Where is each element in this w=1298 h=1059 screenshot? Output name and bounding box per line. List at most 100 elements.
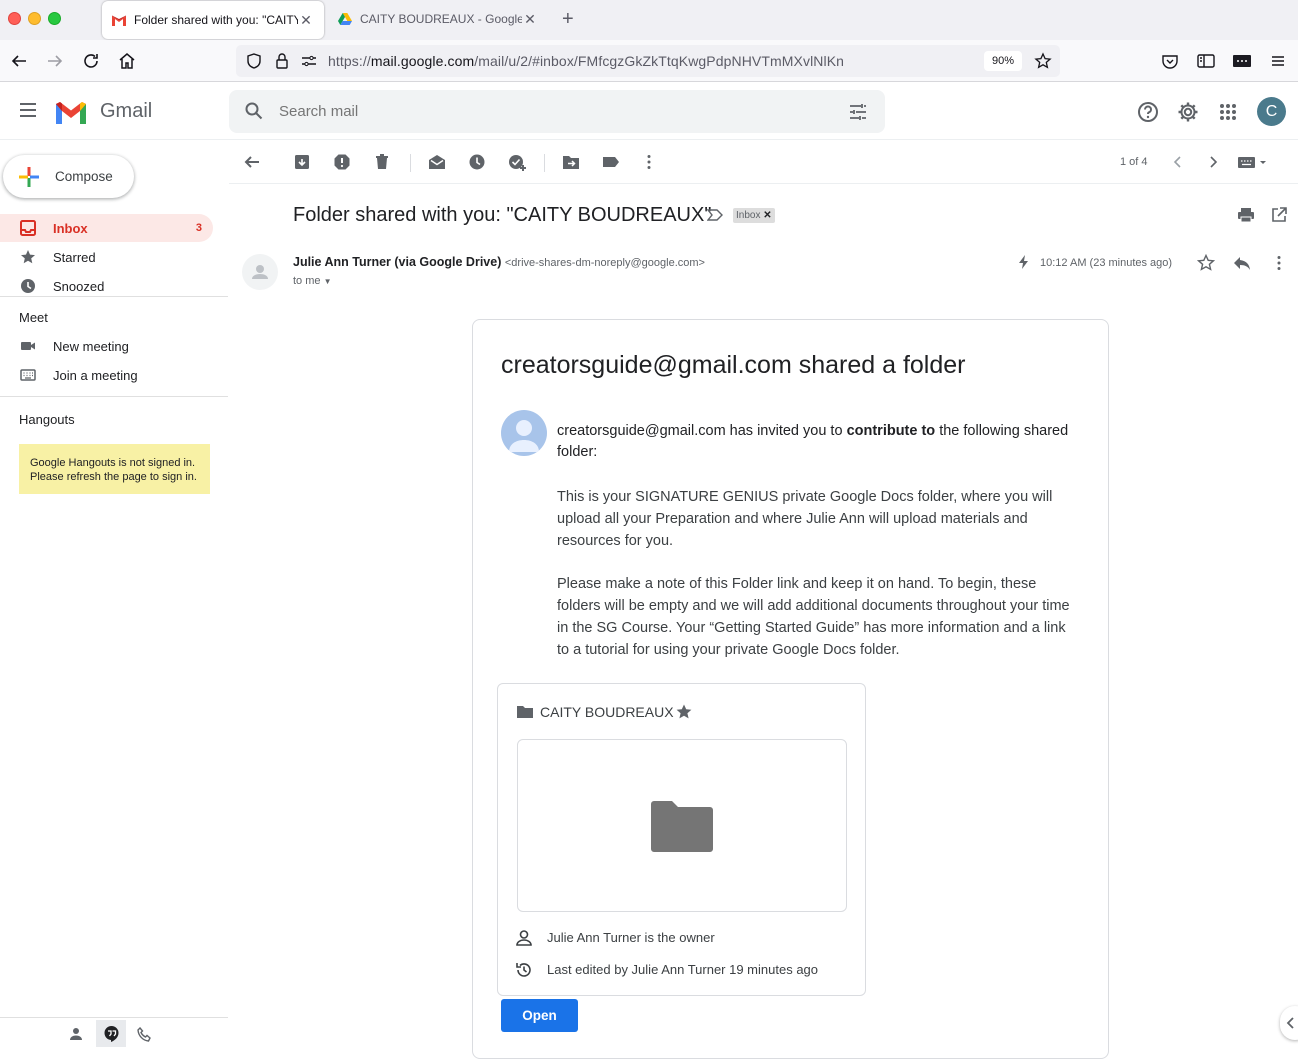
recipient-toggle[interactable]: to me ▼: [293, 275, 332, 287]
more-icon[interactable]: [1270, 254, 1288, 272]
toolbar-separator: [410, 154, 411, 172]
notice-line: Google Hangouts is not signed in.: [30, 457, 196, 469]
trash-icon[interactable]: [373, 153, 391, 171]
invite-text: creatorsguide@gmail.com has invited you …: [557, 423, 1069, 460]
prev-icon[interactable]: [1169, 153, 1187, 171]
join-meeting-button[interactable]: Join a meeting: [0, 361, 213, 389]
google-drive-favicon-icon: [338, 13, 352, 25]
message-subject: Folder shared with you: "CAITY BOUDREAUX…: [293, 204, 712, 226]
important-marker-icon[interactable]: [707, 208, 723, 222]
tab-title: CAITY BOUDREAUX - Google Drive: [360, 12, 522, 26]
account-avatar[interactable]: C: [1257, 97, 1286, 126]
extension-icon[interactable]: [1232, 51, 1252, 71]
tab-gmail[interactable]: Folder shared with you: "CAITY BOUDREAUX…: [102, 1, 324, 39]
minimize-window-button[interactable]: [28, 12, 41, 25]
url-bar[interactable]: https://mail.google.com/mail/u/2/#inbox/…: [236, 45, 1060, 77]
recipient-text: to me: [293, 275, 321, 287]
new-tab-button[interactable]: +: [562, 8, 574, 31]
hangouts-tab[interactable]: [96, 1020, 126, 1047]
gmail-logo-icon[interactable]: [54, 100, 88, 126]
next-icon[interactable]: [1204, 153, 1222, 171]
hamburger-menu-icon[interactable]: [18, 101, 38, 119]
zoom-level[interactable]: 90%: [984, 51, 1022, 71]
sidebar-item-label: Snoozed: [53, 279, 105, 294]
sidebar-item-label: Inbox: [53, 221, 88, 236]
move-to-icon[interactable]: [562, 153, 580, 171]
more-icon[interactable]: [640, 153, 658, 171]
search-options-icon[interactable]: [848, 102, 868, 122]
tab-google-drive[interactable]: CAITY BOUDREAUX - Google Drive ✕: [328, 0, 548, 38]
star-icon: [20, 249, 36, 265]
sidebar-item-inbox[interactable]: Inbox 3: [0, 214, 213, 242]
snooze-icon: [20, 278, 36, 294]
spam-icon[interactable]: [333, 153, 351, 171]
sidebar-item-label: Starred: [53, 250, 96, 265]
star-icon[interactable]: [1197, 254, 1215, 272]
owner-text: Julie Ann Turner is the owner: [547, 930, 715, 945]
open-folder-button[interactable]: Open: [501, 999, 578, 1032]
sender-avatar[interactable]: [242, 254, 278, 290]
permissions-icon[interactable]: [300, 53, 318, 69]
bookmark-star-icon[interactable]: [1034, 52, 1052, 70]
folder-preview[interactable]: [517, 739, 847, 912]
compose-label: Compose: [55, 169, 113, 184]
add-task-icon[interactable]: [508, 153, 526, 171]
back-to-inbox-icon[interactable]: [243, 153, 261, 171]
sidebar-divider: [0, 296, 228, 297]
contacts-icon[interactable]: [69, 1027, 83, 1041]
gear-icon[interactable]: [1177, 101, 1199, 123]
phone-icon[interactable]: [137, 1027, 152, 1042]
print-icon[interactable]: [1237, 207, 1255, 223]
sidebar-icon[interactable]: [1196, 51, 1216, 71]
label-icon[interactable]: [602, 153, 620, 171]
folder-icon: [651, 800, 713, 852]
gmail-wordmark[interactable]: Gmail: [100, 100, 152, 123]
tab-close-icon[interactable]: ✕: [522, 11, 538, 28]
reply-icon[interactable]: [1233, 254, 1251, 272]
label-chip-inbox[interactable]: Inbox ✕: [733, 208, 775, 223]
zoom-window-button[interactable]: [48, 12, 61, 25]
email-card-title: creatorsguide@gmail.com shared a folder: [501, 351, 966, 379]
search-icon[interactable]: [244, 101, 264, 121]
notice-line: Please refresh the page to sign in.: [30, 471, 197, 483]
home-icon[interactable]: [117, 51, 137, 71]
sidebar-item-starred[interactable]: Starred: [0, 243, 213, 271]
remove-label-icon[interactable]: ✕: [763, 210, 771, 221]
mark-unread-icon[interactable]: [428, 153, 446, 171]
side-panel-toggle[interactable]: [1280, 1006, 1298, 1040]
folder-name[interactable]: CAITY BOUDREAUX: [540, 704, 674, 720]
tab-close-icon[interactable]: ✕: [298, 12, 314, 29]
sender-name[interactable]: Julie Ann Turner (via Google Drive): [293, 255, 501, 269]
new-meeting-button[interactable]: New meeting: [0, 332, 213, 360]
inbox-icon: [20, 220, 36, 236]
lightning-icon: [1018, 255, 1030, 269]
note-paragraph-2: Please make a note of this Folder link a…: [557, 576, 1070, 658]
browser-tab-strip: Folder shared with you: "CAITY BOUDREAUX…: [0, 0, 1298, 40]
help-icon[interactable]: [1137, 101, 1159, 123]
hangouts-signin-notice[interactable]: Google Hangouts is not signed in. Please…: [19, 444, 210, 494]
archive-icon[interactable]: [293, 153, 311, 171]
open-new-window-icon[interactable]: [1271, 207, 1287, 223]
keyboard-icon[interactable]: [1237, 153, 1271, 171]
history-icon: [515, 961, 533, 979]
url-text[interactable]: https://mail.google.com/mail/u/2/#inbox/…: [328, 53, 844, 69]
snooze-icon[interactable]: [468, 153, 486, 171]
shield-icon[interactable]: [245, 52, 263, 70]
search-input[interactable]: [279, 103, 819, 120]
compose-button[interactable]: Compose: [3, 155, 134, 198]
note-paragraph-1: This is your SIGNATURE GENIUS private Go…: [557, 489, 1053, 549]
reload-icon[interactable]: [81, 51, 101, 71]
lock-icon[interactable]: [274, 52, 290, 70]
new-meeting-label: New meeting: [53, 339, 129, 354]
sidebar-bottom-bar: [0, 1017, 228, 1047]
pagination-text: 1 of 4: [1120, 156, 1148, 168]
gmail-header: Gmail C: [0, 82, 1298, 140]
pocket-icon[interactable]: [1160, 51, 1180, 71]
app-menu-icon[interactable]: [1268, 51, 1288, 71]
folder-icon: [517, 705, 533, 719]
apps-grid-icon[interactable]: [1219, 103, 1237, 121]
back-arrow-icon[interactable]: [9, 51, 29, 71]
close-window-button[interactable]: [8, 12, 21, 25]
forward-arrow-icon[interactable]: [45, 51, 65, 71]
search-bar[interactable]: [229, 90, 885, 133]
